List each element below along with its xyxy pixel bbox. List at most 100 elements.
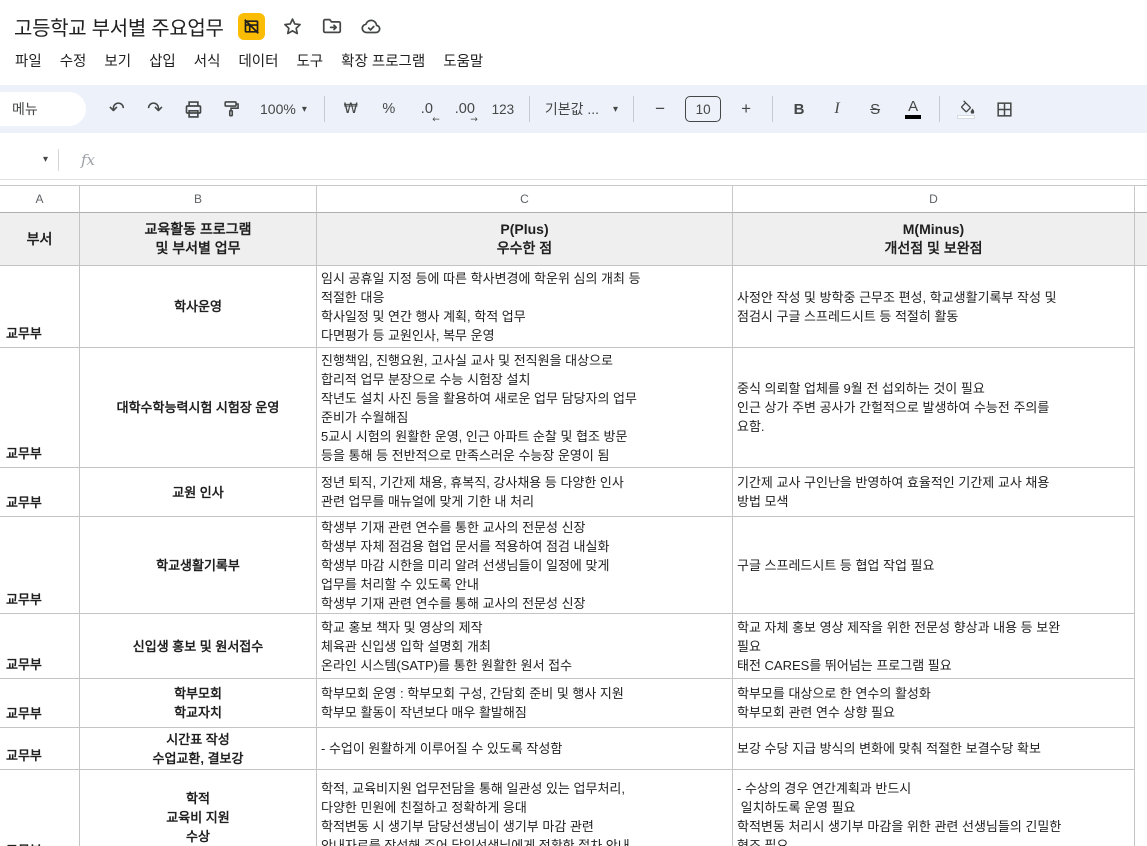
cell-empty[interactable] [1135,517,1147,614]
cell-minus[interactable]: 학부모를 대상으로 한 연수의 활성화 학부모회 관련 연수 상향 필요 [733,679,1135,728]
header-cell-minus[interactable]: M(Minus) 개선점 및 보완점 [733,213,1135,266]
cell-plus[interactable]: - 수업이 원활하게 이루어질 수 있도록 작성함 [317,728,733,770]
move-folder-icon[interactable] [321,15,343,37]
cell-plus[interactable]: 학부모회 운영 : 학부모회 구성, 간담회 준비 및 행사 지원 학부모 활동… [317,679,733,728]
increase-font-size-button[interactable]: + [731,94,761,124]
star-icon[interactable] [282,15,304,37]
column-header-c[interactable]: C [317,185,733,213]
currency-format-icon[interactable]: ₩ [336,94,366,124]
cell-empty[interactable] [1135,614,1147,679]
formula-bar-divider [58,149,59,171]
search-menus-button[interactable]: 메뉴 [0,92,86,126]
cell-empty[interactable] [1135,468,1147,517]
percent-format-icon[interactable]: % [374,94,404,124]
cell-dept[interactable]: 교무부 [0,679,80,728]
toolbar-divider [324,96,325,122]
chevron-down-icon: ▾ [43,154,48,165]
bold-button[interactable]: B [784,94,814,124]
document-title[interactable]: 고등학교 부서별 주요업무 [14,12,224,41]
redo-icon[interactable]: ↷ [140,94,170,124]
header-cell-program[interactable]: 교육활동 프로그램 및 부서별 업무 [80,213,317,266]
chevron-down-icon: ▾ [613,104,618,115]
toolbar-divider [529,96,530,122]
menu-format[interactable]: 서식 [185,47,230,74]
cell-dept[interactable]: 교무부 [0,517,80,614]
column-header-a[interactable]: A [0,185,80,213]
increase-decimal-icon[interactable]: .00 → [450,94,480,124]
text-color-button[interactable]: A [898,94,928,124]
cell-empty[interactable] [1135,679,1147,728]
cell-dept[interactable]: 교무부 [0,266,80,348]
menu-tools[interactable]: 도구 [287,47,332,74]
cell-dept[interactable]: 교무부 [0,770,80,846]
spreadsheet-grid: A B C D 부서 교육활동 프로그램 및 부서별 업무 P(Plus) 우수… [0,185,1147,846]
cell-plus[interactable]: 학교 홍보 책자 및 영상의 제작 체육관 신입생 입학 설명회 개최 온라인 … [317,614,733,679]
header-cell-dept[interactable]: 부서 [0,213,80,266]
menu-help[interactable]: 도움말 [434,47,492,74]
cell-plus[interactable]: 학생부 기재 관련 연수를 통한 교사의 전문성 신장 학생부 자체 점검용 협… [317,517,733,614]
cell-program[interactable]: 학부모회 학교자치 [80,679,317,728]
cell-plus[interactable]: 임시 공휴일 지정 등에 따른 학사변경에 학운위 심의 개최 등 적절한 대응… [317,266,733,348]
cell-empty[interactable] [1135,728,1147,770]
cell-minus[interactable]: 학교 자체 홍보 영상 제작을 위한 전문성 향상과 내용 등 보완 필요 태전… [733,614,1135,679]
cell-program[interactable]: 학적 교육비 지원 수상 [80,770,317,846]
strikethrough-button[interactable]: S [860,94,890,124]
fx-icon[interactable]: fx [81,151,95,169]
cell-program[interactable]: 학교생활기록부 [80,517,317,614]
decrease-font-size-button[interactable]: − [645,94,675,124]
cell-dept[interactable]: 교무부 [0,468,80,517]
table-row: 교무부 학교생활기록부 학생부 기재 관련 연수를 통한 교사의 전문성 신장 … [0,517,1147,614]
cell-minus[interactable]: 사정안 작성 및 방학중 근무조 편성, 학교생활기록부 작성 및 점검시 구글… [733,266,1135,348]
menu-data[interactable]: 데이터 [229,47,287,74]
cell-program[interactable]: 학사운영 [80,266,317,348]
cell-dept[interactable]: 교무부 [0,728,80,770]
column-header-d[interactable]: D [733,185,1135,213]
menu-edit[interactable]: 수정 [51,47,96,74]
cell-empty[interactable] [1135,266,1147,348]
cell-program[interactable]: 대학수학능력시험 시험장 운영 [80,348,317,468]
cell-empty[interactable] [1135,770,1147,846]
column-header-partial[interactable] [1135,185,1147,213]
menu-extensions[interactable]: 확장 프로그램 [332,47,434,74]
header-cell-plus[interactable]: P(Plus) 우수한 점 [317,213,733,266]
fill-color-icon[interactable] [951,94,981,124]
cell-empty[interactable] [1135,348,1147,468]
cell-minus[interactable]: - 수상의 경우 연간계획과 반드시 일치하도록 운영 필요 학적변동 처리시 … [733,770,1135,846]
more-formats-icon[interactable]: 123 [488,94,518,124]
table-row: 교무부 학부모회 학교자치 학부모회 운영 : 학부모회 구성, 간담회 준비 … [0,679,1147,728]
borders-icon[interactable] [989,94,1019,124]
cell-plus[interactable]: 진행책임, 진행요원, 고사실 교사 및 전직원을 대상으로 합리적 업무 분장… [317,348,733,468]
decrease-decimal-icon[interactable]: .0 ← [412,94,442,124]
menu-file[interactable]: 파일 [6,47,51,74]
cell-dept[interactable]: 교무부 [0,348,80,468]
fill-color-swatch [957,115,975,119]
cell-empty[interactable] [1135,213,1147,266]
paint-format-icon[interactable] [216,94,246,124]
cloud-check-icon[interactable] [360,15,382,37]
undo-icon[interactable]: ↶ [102,94,132,124]
cell-minus[interactable]: 구글 스프레드시트 등 협업 작업 필요 [733,517,1135,614]
font-family-select[interactable]: 기본값 ... ▾ [537,94,626,124]
menu-view[interactable]: 보기 [95,47,140,74]
cell-minus[interactable]: 중식 의뢰할 업체를 9월 전 섭외하는 것이 필요 인근 상가 주변 공사가 … [733,348,1135,468]
cell-plus[interactable]: 정년 퇴직, 기간제 채용, 휴복직, 강사채용 등 다양한 인사 관련 업무를… [317,468,733,517]
print-icon[interactable] [178,94,208,124]
toolbar-divider [633,96,634,122]
font-size-input[interactable]: 10 [685,96,721,122]
menu-insert[interactable]: 삽입 [140,47,185,74]
sheets-badge-icon [238,13,265,40]
google-sheets-app: 고등학교 부서별 주요업무 파일 수정 보기 삽입 서식 데이터 도구 확장 프… [0,0,1147,846]
cell-dept[interactable]: 교무부 [0,614,80,679]
cell-program[interactable]: 교원 인사 [80,468,317,517]
formula-bar: ▾ fx [0,140,1147,180]
name-box[interactable]: ▾ [0,154,58,165]
table-row: 교무부 학적 교육비 지원 수상 학적, 교육비지원 업무전담을 통해 일관성 … [0,770,1147,846]
italic-button[interactable]: I [822,94,852,124]
zoom-select[interactable]: 100% ▾ [252,94,315,124]
cell-program[interactable]: 신입생 홍보 및 원서접수 [80,614,317,679]
cell-minus[interactable]: 기간제 교사 구인난을 반영하여 효율적인 기간제 교사 채용 방법 모색 [733,468,1135,517]
cell-plus[interactable]: 학적, 교육비지원 업무전담을 통해 일관성 있는 업무처리, 다양한 민원에 … [317,770,733,846]
cell-program[interactable]: 시간표 작성 수업교환, 결보강 [80,728,317,770]
cell-minus[interactable]: 보강 수당 지급 방식의 변화에 맞춰 적절한 보결수당 확보 [733,728,1135,770]
column-header-b[interactable]: B [80,185,317,213]
